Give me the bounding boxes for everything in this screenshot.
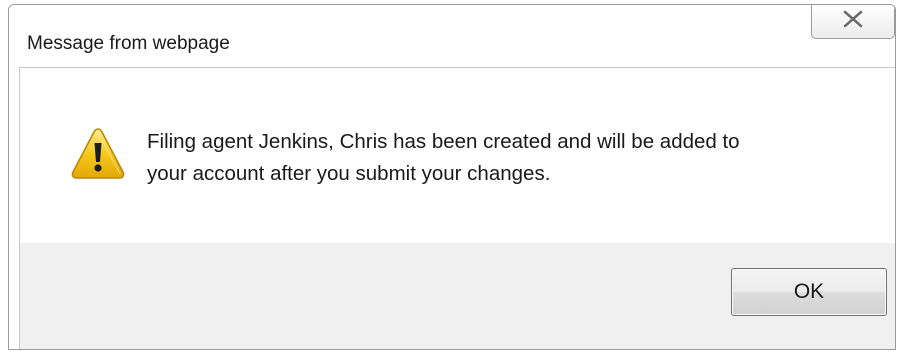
dialog-client-area: Filing agent Jenkins, Chris has been cre… [19, 67, 895, 349]
close-button[interactable] [811, 5, 895, 39]
message-line-1: Filing agent Jenkins, Chris has been cre… [147, 130, 740, 153]
warning-icon [70, 125, 126, 181]
title-bar[interactable]: Message from webpage [9, 5, 895, 67]
dialog-title: Message from webpage [27, 33, 230, 54]
ok-button[interactable]: OK [731, 268, 887, 316]
message-area: Filing agent Jenkins, Chris has been cre… [20, 68, 895, 243]
message-dialog: Message from webpage Filing agent Jenkin… [8, 4, 896, 350]
dialog-message: Filing agent Jenkins, Chris has been cre… [147, 126, 867, 190]
button-bar: OK [20, 243, 895, 349]
close-x-icon [842, 9, 864, 33]
message-line-2: your account after you submit your chang… [147, 162, 551, 185]
